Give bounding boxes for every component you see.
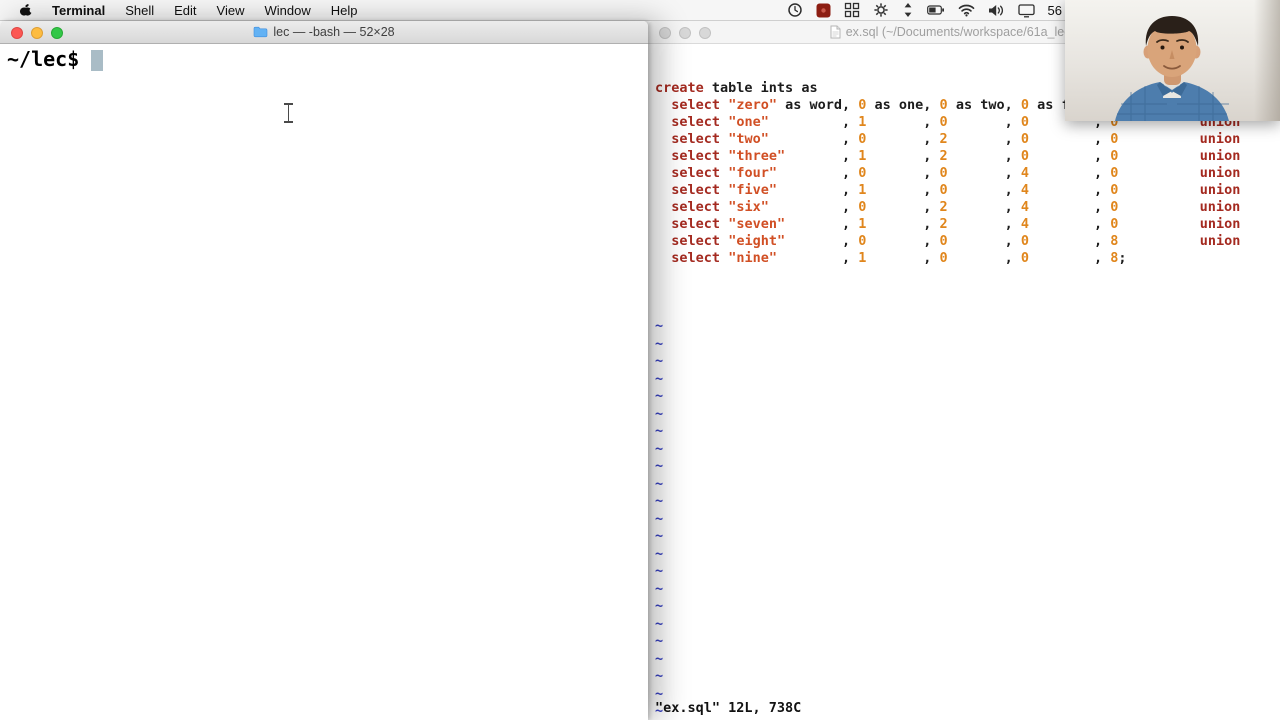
desktop-screen: Terminal Shell Edit View Window Help 56 … [0,0,1280,720]
vim-tilde: ~ [655,633,664,649]
vim-tilde: ~ [655,528,664,544]
close-button[interactable] [11,26,23,39]
folder-icon [254,26,268,38]
terminal-cursor [91,50,104,71]
vim-tilde: ~ [655,423,664,439]
terminal-screen[interactable]: ~/lec$ [0,44,648,720]
vim-tilde: ~ [655,475,664,492]
vim-tilde: ~ [655,563,664,579]
code-line: select "eight" , 0 , 0 , 0 , 8 union [671,233,1241,249]
close-button[interactable] [659,26,671,39]
zoom-button[interactable] [699,26,711,39]
vim-tilde: ~ [655,458,664,474]
menu-view[interactable]: View [207,0,255,21]
menu-edit[interactable]: Edit [164,0,206,21]
vim-tilde: ~ [655,493,664,509]
vim-tilde: ~ [655,335,664,352]
code-line: select "six" , 0 , 2 , 4 , 0 union [671,199,1241,215]
display-icon[interactable] [1017,3,1035,18]
menu-shell[interactable]: Shell [115,0,164,21]
vim-tilde: ~ [655,353,664,369]
vim-tilde: ~ [655,510,664,527]
vim-tilde: ~ [655,650,664,667]
vim-tilde: ~ [655,370,664,387]
shell-prompt: ~/lec$ [7,47,80,71]
apple-menu[interactable] [14,0,42,20]
wifi-icon[interactable] [958,3,975,17]
menubar-status-text[interactable]: 56 [1048,3,1062,18]
terminal-traffic-lights [11,26,63,39]
vim-tilde: ~ [655,318,664,334]
gear-icon[interactable] [873,2,889,18]
menu-terminal[interactable]: Terminal [42,0,115,21]
vim-tilde: ~ [655,615,664,632]
code-line: select "two" , 0 , 2 , 0 , 0 union [671,131,1241,147]
webcam-background-shadow [1254,0,1280,121]
vim-buffer[interactable]: create table ints as select "zero" as wo… [648,44,1280,720]
code-line: select "four" , 0 , 0 , 4 , 0 union [671,165,1241,181]
volume-icon[interactable] [988,3,1005,18]
menu-window[interactable]: Window [255,0,321,21]
code-line: select "nine" , 1 , 0 , 0 , 8; [671,250,1127,266]
menu-items: Terminal Shell Edit View Window Help [42,0,368,21]
red-app-icon[interactable] [816,3,831,18]
webcam-overlay [1065,0,1280,121]
battery-icon[interactable] [926,2,945,18]
vim-tilde: ~ [655,388,664,404]
vim-status-line: "ex.sql" 12L, 738C [655,700,802,716]
apple-logo-icon [19,3,34,16]
vim-tilde: ~ [655,668,664,684]
zoom-button[interactable] [51,26,63,39]
updown-arrows-icon[interactable] [902,2,914,18]
code-line: select "five" , 1 , 0 , 4 , 0 union [671,182,1241,198]
editor-title-text: ex.sql (~/Documents/workspace/61a_lectur… [845,25,1099,39]
code-line: select "seven" , 1 , 2 , 4 , 0 union [671,216,1241,232]
grid-icon[interactable] [844,2,860,18]
minimize-button[interactable] [31,26,43,39]
terminal-title-text: lec — -bash — 52×28 [273,25,395,39]
text-cursor-pointer [283,103,294,123]
clock-icon[interactable] [787,2,803,18]
vim-tilde: ~ [655,405,664,422]
person-figure [1115,16,1229,121]
document-icon [830,25,841,39]
editor-traffic-lights [659,26,711,39]
terminal-titlebar[interactable]: lec — -bash — 52×28 [0,21,648,44]
terminal-window: lec — -bash — 52×28 ~/lec$ [0,21,648,720]
vim-tilde: ~ [655,440,664,457]
menu-help[interactable]: Help [321,0,368,21]
minimize-button[interactable] [679,26,691,39]
vim-empty-lines: ~~~~~~~~~~~~~~~~~~~~~~~~~ [655,318,1280,720]
menu-bar-left: Terminal Shell Edit View Window Help [14,0,368,20]
vim-tilde: ~ [655,580,664,597]
vim-tilde: ~ [655,545,664,562]
terminal-window-title: lec — -bash — 52×28 [0,21,648,43]
vim-tilde: ~ [655,598,664,614]
editor-window: ex.sql (~/Documents/workspace/61a_lectur… [648,21,1280,720]
code-line: select "three" , 1 , 2 , 0 , 0 union [671,148,1241,164]
